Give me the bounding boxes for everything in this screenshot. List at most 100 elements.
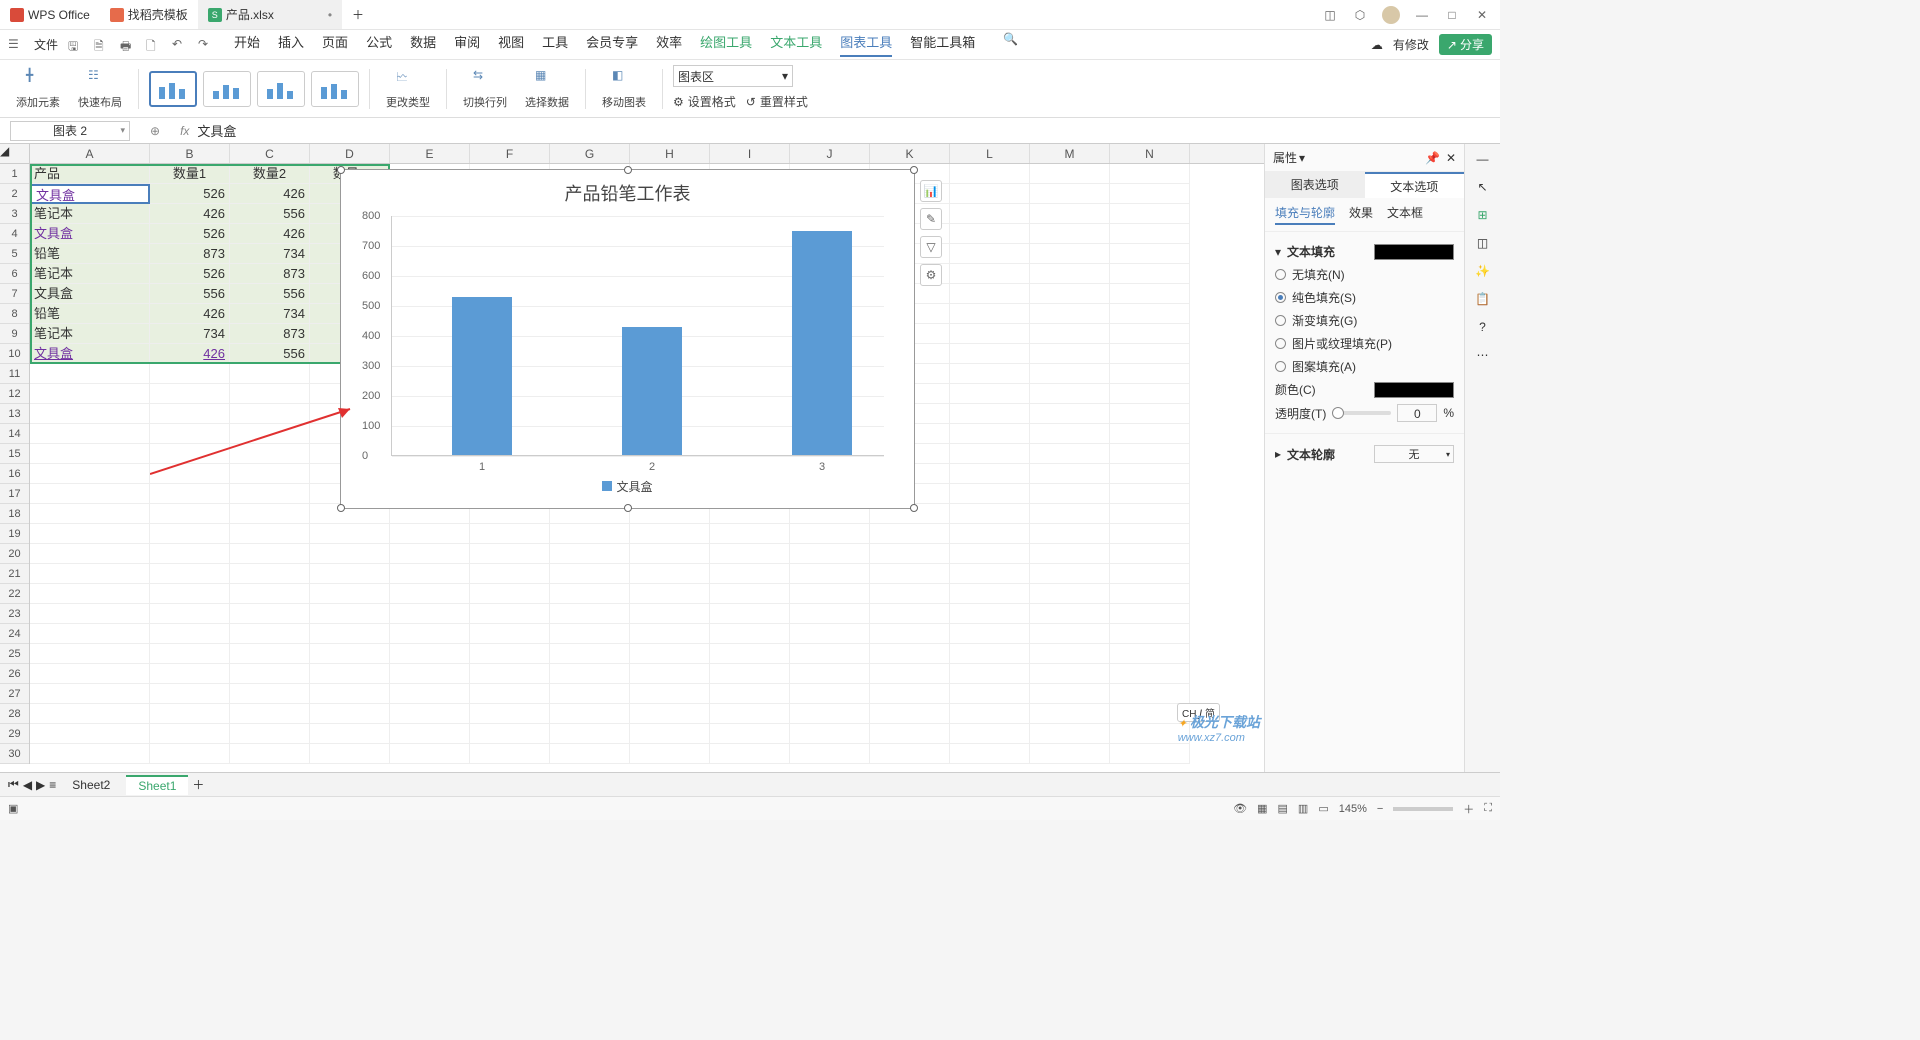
- normal-view-icon[interactable]: ▤: [1278, 802, 1288, 815]
- row-header[interactable]: 9: [0, 324, 29, 344]
- quick-layout-button[interactable]: ☷ 快速布局: [72, 60, 128, 117]
- resize-handle[interactable]: [337, 504, 345, 512]
- print-icon[interactable]: 🖶: [120, 37, 136, 53]
- reset-style-button[interactable]: ↺重置样式: [746, 91, 808, 112]
- select-all-corner[interactable]: ◢: [0, 144, 30, 163]
- cell[interactable]: 笔记本: [30, 204, 150, 224]
- fx-icon[interactable]: fx: [180, 124, 189, 138]
- chart-legend[interactable]: 文具盒: [341, 478, 914, 495]
- tab-formula[interactable]: 公式: [366, 32, 392, 57]
- chart-settings-button[interactable]: ⚙: [920, 264, 942, 286]
- tab-tools[interactable]: 工具: [542, 32, 568, 57]
- row-header[interactable]: 16: [0, 464, 29, 484]
- share-button[interactable]: ↗分享: [1439, 34, 1492, 55]
- reading-view-icon[interactable]: ▭: [1318, 802, 1328, 815]
- undo-icon[interactable]: ↶: [172, 37, 188, 53]
- expand-icon[interactable]: ▸: [1275, 447, 1281, 461]
- row-header[interactable]: 22: [0, 584, 29, 604]
- subtab-textbox[interactable]: 文本框: [1387, 204, 1423, 225]
- chart-style-3[interactable]: [257, 71, 305, 107]
- col-B[interactable]: B: [150, 144, 230, 163]
- collapse-icon[interactable]: ▾: [1275, 245, 1281, 259]
- row-header[interactable]: 7: [0, 284, 29, 304]
- col-K[interactable]: K: [870, 144, 950, 163]
- set-format-button[interactable]: ⚙设置格式: [673, 91, 736, 112]
- record-macro-icon[interactable]: ▣: [8, 802, 18, 815]
- row-header[interactable]: 4: [0, 224, 29, 244]
- select-tool-icon[interactable]: ↖: [1477, 180, 1487, 194]
- sheet-area[interactable]: ◢ A B C D E F G H I J K L M N 1234567891…: [0, 144, 1264, 772]
- row-header[interactable]: 29: [0, 724, 29, 744]
- maximize-icon[interactable]: □: [1444, 7, 1460, 23]
- cube-icon[interactable]: ⬡: [1352, 7, 1368, 23]
- tab-member[interactable]: 会员专享: [586, 32, 638, 57]
- row-header[interactable]: 5: [0, 244, 29, 264]
- page-view-icon[interactable]: ▥: [1298, 802, 1308, 815]
- change-type-button[interactable]: 🗠 更改类型: [380, 60, 436, 117]
- switch-rc-button[interactable]: ⇆ 切换行列: [457, 60, 513, 117]
- radio-pattern[interactable]: 图案填充(A): [1275, 355, 1454, 378]
- minimize-icon[interactable]: —: [1414, 7, 1430, 23]
- row-header[interactable]: 23: [0, 604, 29, 624]
- row-header[interactable]: 17: [0, 484, 29, 504]
- zoom-slider[interactable]: [1393, 807, 1453, 811]
- cell[interactable]: 426: [150, 304, 230, 324]
- cell[interactable]: 526: [150, 264, 230, 284]
- col-D[interactable]: D: [310, 144, 390, 163]
- row-header[interactable]: 11: [0, 364, 29, 384]
- chart-bar[interactable]: [622, 327, 682, 455]
- row-header[interactable]: 2: [0, 184, 29, 204]
- eye-icon[interactable]: 👁: [1233, 802, 1247, 815]
- file-tab[interactable]: S 产品.xlsx •: [198, 0, 342, 29]
- add-element-button[interactable]: ╋ 添加元素: [10, 60, 66, 117]
- cell[interactable]: 文具盒: [30, 224, 150, 244]
- redo-icon[interactable]: ↷: [198, 37, 214, 53]
- col-F[interactable]: F: [470, 144, 550, 163]
- col-N[interactable]: N: [1110, 144, 1190, 163]
- tab-chart-tools[interactable]: 图表工具: [840, 32, 892, 57]
- tab-smart-tools[interactable]: 智能工具箱: [910, 32, 975, 57]
- col-M[interactable]: M: [1030, 144, 1110, 163]
- cell[interactable]: 734: [230, 304, 310, 324]
- add-sheet-icon[interactable]: ＋: [192, 776, 204, 793]
- cell[interactable]: 556: [230, 204, 310, 224]
- col-I[interactable]: I: [710, 144, 790, 163]
- row-header[interactable]: 1: [0, 164, 29, 184]
- radio-picture[interactable]: 图片或纹理填充(P): [1275, 332, 1454, 355]
- row-header[interactable]: 8: [0, 304, 29, 324]
- subtab-fill[interactable]: 填充与轮廓: [1275, 204, 1335, 225]
- row-header[interactable]: 18: [0, 504, 29, 524]
- tab-data[interactable]: 数据: [410, 32, 436, 57]
- cell[interactable]: 734: [230, 244, 310, 264]
- resize-handle[interactable]: [910, 504, 918, 512]
- fullscreen-icon[interactable]: ⛶: [1484, 802, 1492, 815]
- cell[interactable]: 426: [150, 344, 230, 364]
- preview-icon[interactable]: 🗋: [146, 37, 162, 53]
- list-sheets-icon[interactable]: ≡: [49, 778, 56, 792]
- row-header[interactable]: 27: [0, 684, 29, 704]
- save-icon[interactable]: 🖫: [68, 37, 84, 53]
- cell[interactable]: 526: [150, 184, 230, 204]
- resize-handle[interactable]: [337, 166, 345, 174]
- chart-bar[interactable]: [792, 231, 852, 455]
- row-header[interactable]: 15: [0, 444, 29, 464]
- chart-object[interactable]: 产品铅笔工作表 0100200300400500600700800123 文具盒…: [340, 169, 915, 509]
- more-icon[interactable]: ⋯: [1477, 348, 1489, 362]
- cell[interactable]: 873: [230, 324, 310, 344]
- help-icon[interactable]: ?: [1479, 320, 1486, 334]
- sheet-tab-1[interactable]: Sheet1: [126, 775, 188, 795]
- row-header[interactable]: 30: [0, 744, 29, 764]
- cell[interactable]: 426: [230, 184, 310, 204]
- magic-icon[interactable]: ✨: [1475, 264, 1490, 278]
- col-E[interactable]: E: [390, 144, 470, 163]
- chart-title[interactable]: 产品铅笔工作表: [341, 180, 914, 206]
- panel-tab-chart[interactable]: 图表选项: [1265, 172, 1365, 198]
- row-header[interactable]: 28: [0, 704, 29, 724]
- panel-tab-text[interactable]: 文本选项: [1365, 172, 1465, 198]
- cell[interactable]: 526: [150, 224, 230, 244]
- radio-solid[interactable]: 纯色填充(S): [1275, 286, 1454, 309]
- col-C[interactable]: C: [230, 144, 310, 163]
- cell[interactable]: 铅笔: [30, 244, 150, 264]
- tab-efficiency[interactable]: 效率: [656, 32, 682, 57]
- themes-icon[interactable]: ◫: [1322, 7, 1338, 23]
